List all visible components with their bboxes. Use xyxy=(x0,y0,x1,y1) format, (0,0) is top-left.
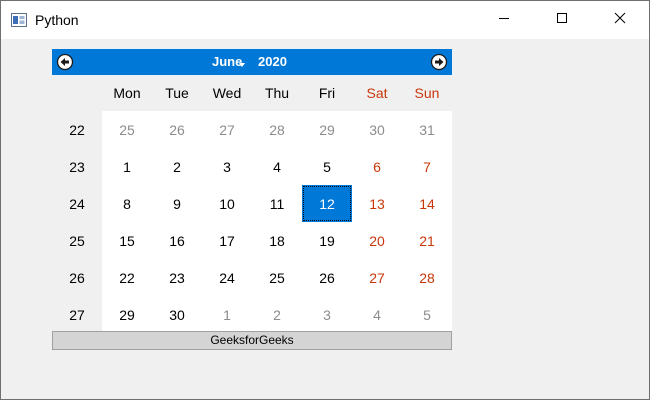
prev-month-button[interactable] xyxy=(56,53,74,71)
month-dropdown-arrow-icon[interactable] xyxy=(239,63,245,67)
day-cell[interactable]: 11 xyxy=(252,185,302,222)
day-cell[interactable]: 2 xyxy=(152,148,202,185)
selected-day-cell[interactable]: 12 xyxy=(302,185,352,222)
day-cell[interactable]: 3 xyxy=(202,148,252,185)
day-cell[interactable]: 19 xyxy=(302,222,352,259)
next-month-button[interactable] xyxy=(430,53,448,71)
day-cell[interactable]: 28 xyxy=(402,259,452,296)
day-cell[interactable]: 9 xyxy=(152,185,202,222)
day-cell[interactable]: 26 xyxy=(302,259,352,296)
close-button[interactable] xyxy=(597,1,643,39)
week-number: 27 xyxy=(69,306,85,323)
day-cell[interactable]: 21 xyxy=(402,222,452,259)
day-cell[interactable]: 8 xyxy=(102,185,152,222)
calendar-widget[interactable]: June 2020 Mon Tue Wed Thu Fri Sat Sun 22 25 26 27 2… xyxy=(52,49,452,331)
day-cell[interactable]: 24 xyxy=(202,259,252,296)
day-cell[interactable]: 2 xyxy=(252,296,302,333)
day-cell[interactable]: 13 xyxy=(352,185,402,222)
day-cell[interactable]: 30 xyxy=(152,296,202,333)
day-cell[interactable]: 18 xyxy=(252,222,302,259)
minimize-icon xyxy=(498,11,510,29)
weekday-header: Fri xyxy=(318,85,336,101)
weekday-header: Tue xyxy=(165,85,189,101)
day-cell[interactable]: 1 xyxy=(102,148,152,185)
month-selector[interactable]: June xyxy=(212,54,242,70)
day-cell[interactable]: 27 xyxy=(352,259,402,296)
day-cell[interactable]: 1 xyxy=(202,296,252,333)
year-selector[interactable]: 2020 xyxy=(258,54,287,70)
window-title: Python xyxy=(35,12,79,28)
geeksforgeeks-label: GeeksforGeeks xyxy=(52,331,452,350)
day-cell[interactable]: 7 xyxy=(402,148,452,185)
day-cell[interactable]: 26 xyxy=(152,111,202,148)
weekday-header: Sat xyxy=(366,85,388,101)
day-cell[interactable]: 3 xyxy=(302,296,352,333)
day-cell[interactable]: 5 xyxy=(402,296,452,333)
week-number: 24 xyxy=(69,195,85,212)
day-cell[interactable]: 25 xyxy=(102,111,152,148)
week-number: 26 xyxy=(69,269,85,286)
day-cell[interactable]: 5 xyxy=(302,148,352,185)
week-number: 22 xyxy=(69,121,85,138)
day-cell[interactable]: 25 xyxy=(252,259,302,296)
day-cell[interactable]: 4 xyxy=(352,296,402,333)
maximize-button[interactable] xyxy=(539,1,585,39)
maximize-icon xyxy=(556,11,568,29)
week-number: 25 xyxy=(69,232,85,249)
day-cell[interactable]: 14 xyxy=(402,185,452,222)
weekday-header: Thu xyxy=(264,85,290,101)
minimize-button[interactable] xyxy=(481,1,527,39)
weekday-header: Wed xyxy=(212,85,242,101)
week-number: 23 xyxy=(69,158,85,175)
day-cell[interactable]: 31 xyxy=(402,111,452,148)
python-window-icon xyxy=(11,12,27,28)
day-cell[interactable]: 15 xyxy=(102,222,152,259)
right-arrow-circle-icon xyxy=(430,53,448,75)
title-bar[interactable]: Python xyxy=(1,1,649,39)
day-cell[interactable]: 27 xyxy=(202,111,252,148)
weekday-header: Mon xyxy=(113,85,141,101)
day-cell[interactable]: 16 xyxy=(152,222,202,259)
weekday-header: Sun xyxy=(414,85,440,101)
day-cell[interactable]: 17 xyxy=(202,222,252,259)
day-cell[interactable]: 20 xyxy=(352,222,402,259)
app-window: Python June 2020 Mon Tue Wed Thu Fri Sat… xyxy=(0,0,650,400)
close-icon xyxy=(614,11,626,29)
day-cell[interactable]: 22 xyxy=(102,259,152,296)
day-cell[interactable]: 4 xyxy=(252,148,302,185)
day-cell[interactable]: 29 xyxy=(102,296,152,333)
calendar-navigation-bar: June 2020 xyxy=(52,49,452,75)
day-cell[interactable]: 10 xyxy=(202,185,252,222)
day-cell[interactable]: 28 xyxy=(252,111,302,148)
day-cell[interactable]: 6 xyxy=(352,148,402,185)
day-cell[interactable]: 29 xyxy=(302,111,352,148)
left-arrow-circle-icon xyxy=(56,53,74,75)
day-cell[interactable]: 23 xyxy=(152,259,202,296)
day-cell[interactable]: 30 xyxy=(352,111,402,148)
